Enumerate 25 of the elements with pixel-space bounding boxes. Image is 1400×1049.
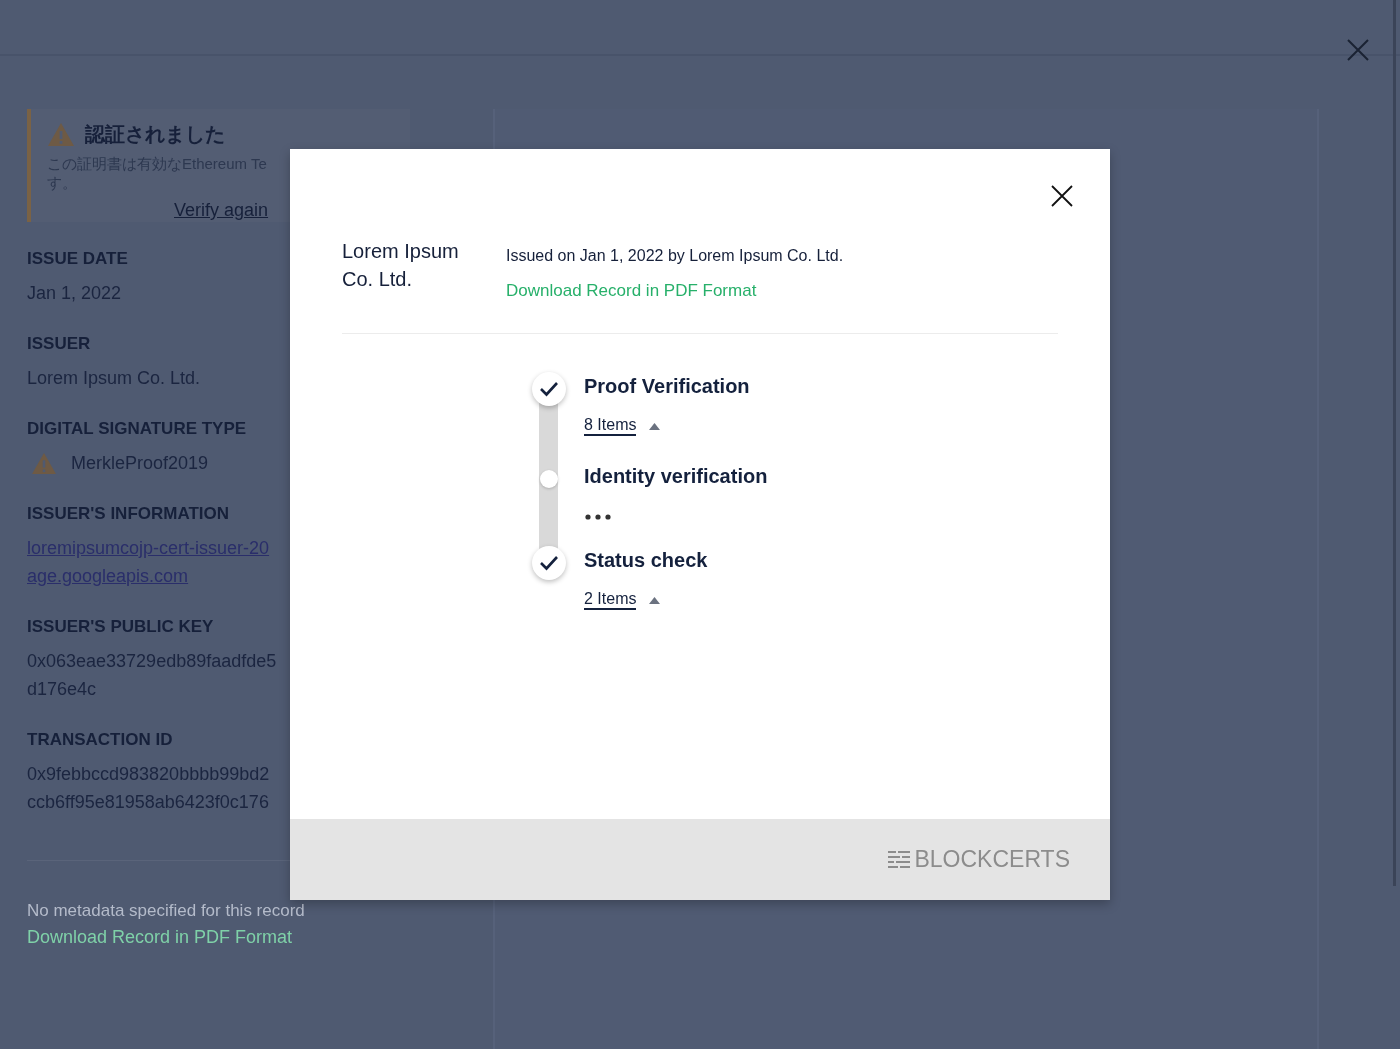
- step-title: Identity verification: [584, 465, 768, 488]
- close-icon[interactable]: [1051, 185, 1073, 207]
- caret-icon[interactable]: [649, 596, 661, 604]
- verify-again-link[interactable]: Verify again: [174, 200, 269, 221]
- field-label: TRANSACTION ID: [27, 730, 173, 750]
- blockcerts-logo: BLOCKCERTS: [888, 846, 1070, 873]
- issuer-name: Lorem Ipsum Co. Ltd.: [342, 239, 460, 292]
- issued-text: Issued on Jan 1, 2022 by Lorem Ipsum Co. Ltd.: [506, 247, 844, 265]
- items-toggle-link[interactable]: 8 Items: [584, 416, 637, 436]
- field-label: DIGITAL SIGNATURE TYPE: [27, 419, 247, 439]
- metadata-note: No metadata specified for this record: [27, 901, 306, 921]
- step-title: Proof Verification: [584, 375, 750, 398]
- loading-dots-icon: [585, 514, 613, 520]
- step-title: Status check: [584, 549, 708, 572]
- alert-title: 認証されました: [85, 122, 225, 147]
- warning-icon: [47, 122, 75, 147]
- warning-icon: [31, 451, 57, 475]
- field-label: ISSUER'S INFORMATION: [27, 504, 230, 524]
- items-toggle-link[interactable]: 2 Items: [584, 590, 637, 610]
- field-label: ISSUER: [27, 334, 91, 354]
- caret-icon[interactable]: [649, 422, 661, 430]
- field-label: ISSUE DATE: [27, 249, 128, 269]
- download-pdf-link[interactable]: Download Record in PDF Format: [506, 281, 844, 301]
- download-pdf-link[interactable]: Download Record in PDF Format: [27, 927, 410, 948]
- field-label: ISSUER'S PUBLIC KEY: [27, 617, 214, 637]
